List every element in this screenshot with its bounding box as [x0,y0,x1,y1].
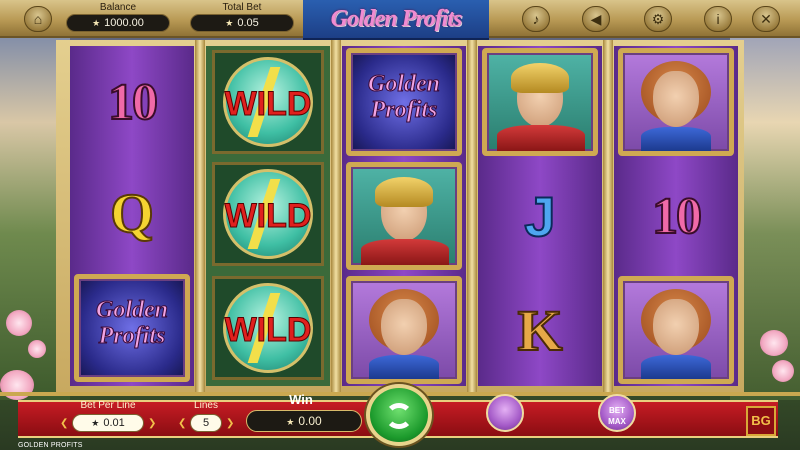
symbol-golden-profits-logo: Golden Profits [342,46,466,158]
symbol-lady [342,274,466,386]
reel-separator [467,40,477,392]
bet-per-line-decrease[interactable]: ❮ [60,418,68,429]
symbol-10: 10 [651,187,703,246]
lady-portrait-icon [618,48,734,156]
winged-helmet-icon [375,177,433,207]
flower-decoration [28,340,46,358]
flower-decoration [772,360,794,382]
star-icon: ★ [286,417,295,427]
lady-portrait-icon [346,276,462,384]
spin-button[interactable] [366,384,432,446]
symbol-golden-profits-logo: Golden Profits [70,272,194,384]
symbol-wild: WILD [206,46,330,158]
symbol-hermes [478,46,602,158]
balance-label: Balance [99,2,137,13]
sound-icon[interactable]: ◀ [582,6,610,32]
home-icon[interactable]: ⌂ [24,6,52,32]
bet-per-line-increase[interactable]: ❯ [148,418,156,429]
close-icon[interactable]: ✕ [752,6,780,32]
star-icon: ★ [91,418,100,428]
symbol-wild: WILD [206,272,330,384]
game-name-footer: GOLDEN PROFITS [18,442,83,449]
symbol-lady [614,46,738,158]
lines-decrease[interactable]: ❮ [178,418,186,429]
lines-increase[interactable]: ❯ [226,418,234,429]
top-bar: ⌂ Balance ★ 1000.00 Total Bet ★ 0.05 Golde… [0,0,800,40]
bet-max-button[interactable]: BET MAX [598,394,636,432]
star-icon: ★ [92,18,101,28]
symbol-k: K [516,297,563,364]
hermes-portrait-icon [482,48,598,156]
reel-5: 10 [614,46,738,386]
reel-3: Golden Profits [342,46,466,386]
win-label: Win [289,392,313,407]
bet-per-line-label: Bet Per Line [80,400,136,411]
total-bet-value-box: ★ 0.05 [190,14,294,32]
spin-arrows-icon [385,403,413,429]
reel-1: 10 Q Golden Profits [70,46,194,386]
flower-decoration [6,310,32,336]
star-icon: ★ [225,18,234,28]
bg-brand-badge: BG [746,406,776,436]
total-bet-label: Total Bet [222,2,262,13]
total-bet-value: 0.05 [237,17,259,29]
autoplay-button[interactable] [486,394,524,432]
hermes-portrait-icon [346,162,462,270]
reel-4: J K [478,46,602,386]
balance-value-box: ★ 1000.00 [66,14,170,32]
reel-2: WILD WILD WILD [206,46,330,386]
game-logo: Golden Profits [303,0,489,40]
lines-label: Lines [194,400,218,411]
settings-icon[interactable]: ⚙ [644,6,672,32]
balance-value: 1000.00 [104,17,144,29]
music-icon[interactable]: ♪ [522,6,550,32]
reel-separator [331,40,341,392]
info-icon[interactable]: i [704,6,732,32]
reel-separator [195,40,205,392]
symbol-wild: WILD [206,158,330,270]
bet-per-line-value-box: ★ 0.01 [72,414,144,432]
bet-per-line-value: 0.01 [103,417,125,429]
symbol-q: Q [109,182,155,246]
lady-portrait-icon [618,276,734,384]
bottom-bar: Bet Per Line ❮ ★ 0.01 ❯ Lines ❮ 5 ❯ Win ★… [0,384,800,450]
symbol-10: 10 [107,73,159,132]
symbol-hermes [342,160,466,272]
reel-separator [603,40,613,392]
winged-helmet-icon [511,63,569,93]
win-value: 0.00 [298,414,322,428]
reel-area: 10 Q Golden Profits WILD WILD WILD Golde… [56,40,744,392]
lines-value: 5 [190,414,222,432]
flower-decoration [760,330,788,356]
symbol-lady [614,274,738,386]
win-value-box: ★ 0.00 [246,410,362,432]
symbol-j: J [523,184,556,249]
